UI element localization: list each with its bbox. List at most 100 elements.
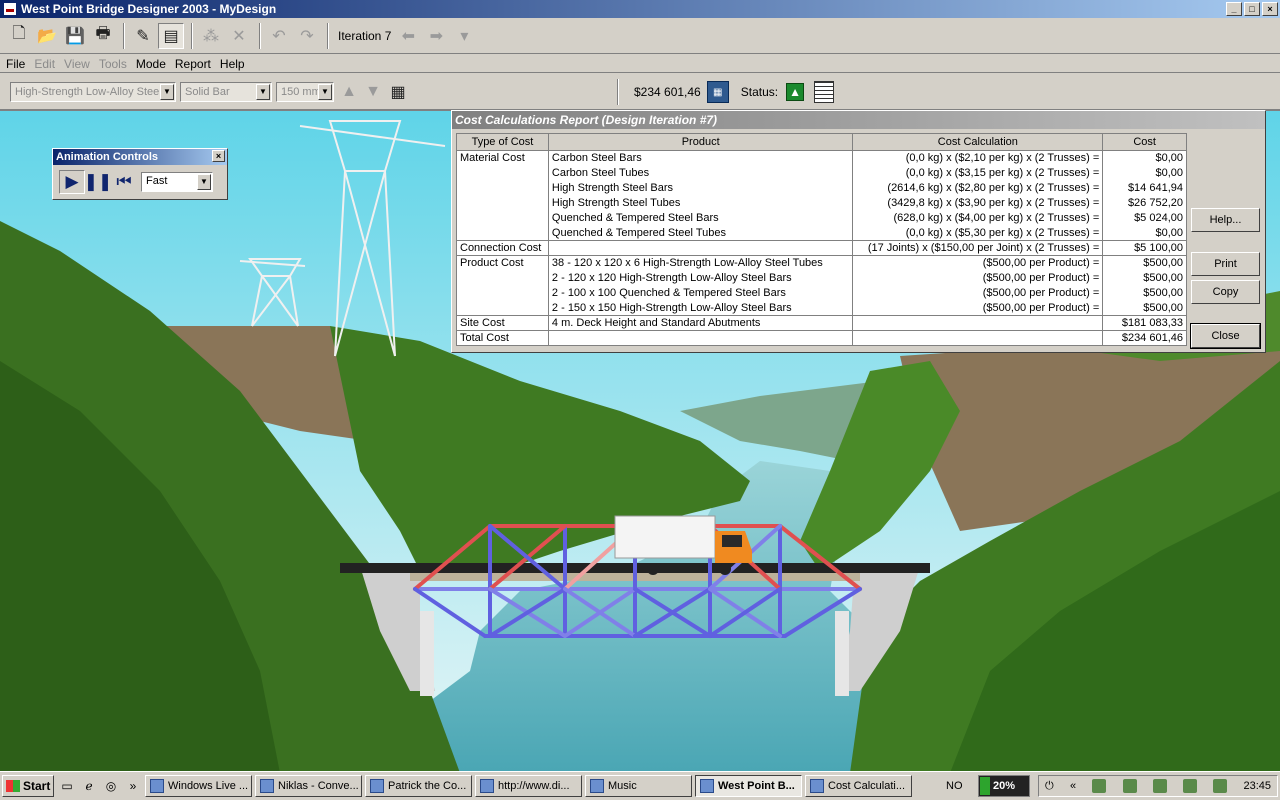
product-cell: 2 - 100 x 100 Quenched & Tempered Steel … — [547, 285, 854, 301]
taskbar-item[interactable]: Niklas - Conve... — [255, 775, 362, 797]
column-header: Cost Calculation — [852, 133, 1104, 151]
signal-icon[interactable] — [1183, 779, 1197, 793]
internet-explorer-icon[interactable]: ℯ — [80, 777, 98, 795]
language-indicator[interactable]: NO — [946, 780, 963, 792]
cost-type-cell — [456, 195, 549, 211]
product-cell: High Strength Steel Tubes — [547, 195, 854, 211]
menu-edit[interactable]: Edit — [34, 57, 55, 71]
table-row: 2 - 100 x 100 Quenched & Tempered Steel … — [456, 285, 1187, 301]
pause-icon[interactable]: ❚❚ — [84, 170, 113, 194]
cost-cell: $500,00 — [1102, 255, 1187, 271]
cost-report-panel: Cost Calculations Report (Design Iterati… — [451, 110, 1266, 353]
start-button[interactable]: Start — [2, 775, 54, 797]
copy-button[interactable]: Copy — [1191, 280, 1260, 304]
column-header: Product — [547, 133, 854, 151]
volume-icon[interactable] — [1213, 779, 1228, 793]
forward-arrow-icon[interactable]: ➡ — [423, 23, 449, 49]
open-folder-icon[interactable]: 📂 — [34, 23, 60, 49]
cost-cell: $0,00 — [1102, 150, 1187, 166]
tray-app-icon[interactable] — [1092, 779, 1107, 793]
status-label: Status: — [740, 85, 779, 99]
new-file-icon[interactable]: 🗋 — [6, 23, 32, 49]
left-pier — [420, 611, 434, 696]
maximize-button[interactable]: □ — [1244, 2, 1260, 16]
column-header: Cost — [1102, 133, 1187, 151]
close-button[interactable]: Close — [1190, 323, 1261, 349]
save-icon[interactable]: 💾 — [62, 23, 88, 49]
toolbar-separator — [617, 79, 619, 105]
material-select[interactable]: High-Strength Low-Alloy Steel ▼ — [10, 81, 176, 102]
calculator-icon[interactable]: ▦ — [706, 81, 729, 103]
delete-icon[interactable]: ✕ — [226, 23, 252, 49]
calculation-cell: ($500,00 per Product) = — [852, 255, 1104, 271]
taskbar-item-active[interactable]: West Point B... — [695, 775, 802, 797]
network-icon[interactable] — [1152, 779, 1167, 793]
redo-icon[interactable]: ↷ — [294, 23, 320, 49]
show-desktop-icon[interactable]: ▭ — [58, 777, 76, 795]
opera-icon[interactable]: ◎ — [102, 777, 120, 795]
cpu-meter-value: 20% — [992, 780, 1016, 792]
load-test-results-icon[interactable] — [814, 81, 835, 103]
animation-controls-panel: Animation Controls × ▶ ❚❚ ⏮ Fast ▼ — [52, 148, 228, 200]
cost-type-cell — [456, 270, 549, 286]
messenger-icon[interactable] — [1122, 779, 1137, 793]
chevron-down-icon: ▼ — [318, 83, 332, 100]
rewind-icon[interactable]: ⏮ — [111, 170, 137, 194]
clock[interactable]: 23:45 — [1243, 780, 1271, 792]
minimize-button[interactable]: _ — [1226, 2, 1242, 16]
cpu-meter-fill — [980, 777, 990, 795]
cost-type-cell — [456, 165, 549, 181]
table-row: Quenched & Tempered Steel Bars (628,0 kg)… — [456, 210, 1187, 226]
chevron-right-icon[interactable]: » — [124, 777, 142, 795]
undo-icon[interactable]: ↶ — [266, 23, 292, 49]
size-value: 150 mm — [281, 85, 321, 98]
taskbar-item[interactable]: Cost Calculati... — [805, 775, 912, 797]
calculation-cell — [852, 315, 1104, 331]
close-icon[interactable]: × — [212, 150, 225, 162]
product-cell: 2 - 150 x 150 High-Strength Low-Alloy St… — [547, 300, 854, 316]
cross-section-select[interactable]: Solid Bar ▼ — [180, 81, 272, 102]
cost-type-cell: Total Cost — [456, 330, 549, 346]
taskbar-item[interactable]: Windows Live ... — [145, 775, 252, 797]
draw-members-icon[interactable]: ▤ — [158, 22, 184, 49]
dropdown-icon[interactable]: ▾ — [451, 23, 477, 49]
size-select[interactable]: 150 mm ▼ — [276, 81, 334, 102]
menu-help[interactable]: Help — [220, 57, 245, 71]
print-icon[interactable]: 🖶 — [90, 23, 116, 49]
menu-report[interactable]: Report — [175, 57, 211, 71]
product-cell — [547, 330, 854, 346]
chevron-left-icon[interactable]: « — [1070, 780, 1076, 792]
taskbar-item-label: Niklas - Conve... — [278, 780, 359, 792]
menu-file[interactable]: File — [6, 57, 25, 71]
product-cell: 2 - 120 x 120 High-Strength Low-Alloy St… — [547, 270, 854, 286]
help-button[interactable]: Help... — [1191, 208, 1260, 232]
cost-type-cell: Material Cost — [456, 150, 549, 166]
play-icon[interactable]: ▶ — [59, 170, 85, 194]
status-ok-icon[interactable]: ▲ — [786, 83, 805, 101]
size-increase-icon[interactable]: ▲ — [338, 79, 360, 105]
menu-tools[interactable]: Tools — [99, 57, 127, 71]
member-list-icon[interactable]: ▦ — [386, 79, 410, 105]
chevron-down-icon: ▼ — [197, 174, 211, 190]
cost-type-cell — [456, 180, 549, 196]
messenger-icon — [260, 779, 274, 793]
menu-mode[interactable]: Mode — [136, 57, 166, 71]
speed-select[interactable]: Fast ▼ — [141, 172, 213, 192]
taskbar-item[interactable]: Music — [585, 775, 692, 797]
cost-cell: $500,00 — [1102, 300, 1187, 316]
product-cell: 38 - 120 x 120 x 6 High-Strength Low-All… — [547, 255, 854, 271]
auto-correct-icon[interactable]: ⁂ — [198, 23, 224, 49]
menu-view[interactable]: View — [64, 57, 90, 71]
table-row: Total Cost $234 601,46 — [456, 330, 1187, 346]
plug-icon[interactable]: ⏻ — [1045, 780, 1054, 793]
product-cell: Carbon Steel Tubes — [547, 165, 854, 181]
back-arrow-icon[interactable]: ⬅ — [395, 23, 421, 49]
taskbar-item[interactable]: http://www.di... — [475, 775, 582, 797]
draw-joints-icon[interactable]: ✎ — [130, 23, 156, 49]
cost-type-cell: Site Cost — [456, 315, 549, 331]
close-window-button[interactable]: × — [1262, 2, 1278, 16]
size-decrease-icon[interactable]: ▼ — [362, 79, 384, 105]
print-button[interactable]: Print — [1191, 252, 1260, 276]
material-value: High-Strength Low-Alloy Steel — [15, 85, 162, 98]
taskbar-item[interactable]: Patrick the Co... — [365, 775, 472, 797]
